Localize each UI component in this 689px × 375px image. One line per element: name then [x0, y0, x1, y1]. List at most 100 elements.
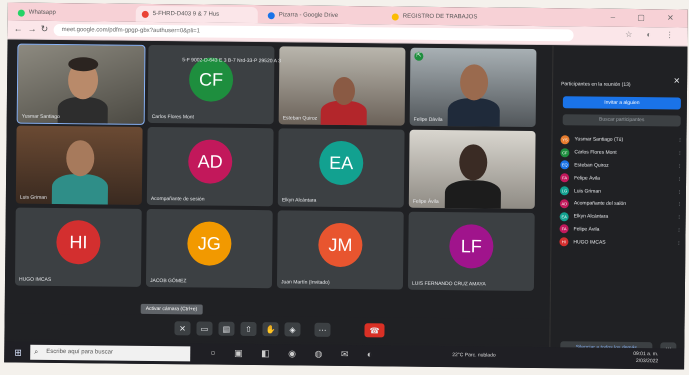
participant-name: HUGO IMCAS	[573, 239, 606, 246]
more-icon: ⋯	[318, 325, 327, 335]
avatar: HI	[559, 237, 569, 247]
tab-label: 5-FHRD-D403 9 & 7 Hus	[152, 10, 220, 18]
participant-name: Felipe Ávila	[574, 175, 600, 182]
camera-off-icon: ▭	[200, 323, 209, 334]
video-tile[interactable]: ⇱ Felipe Dávila	[409, 47, 537, 127]
avatar: EA	[559, 211, 569, 222]
avatar: FA	[560, 173, 570, 183]
mic-icon[interactable]: ⋮	[676, 240, 681, 246]
avatar: AD	[188, 139, 233, 185]
hang-up-icon: ☎	[369, 325, 380, 335]
avatar: JG	[187, 221, 232, 267]
participant-name: Carlos Flores Mont	[574, 149, 617, 157]
tab-label: Pizarra - Google Drive	[278, 12, 339, 19]
address-bar[interactable]: meet.google.com/pdfm-gpgp-gbx?authuser=0…	[53, 23, 574, 42]
camera-off-button[interactable]: ▭	[196, 321, 213, 336]
participant-search-input[interactable]: Buscar participantes	[562, 114, 681, 127]
person-video	[57, 96, 108, 125]
person-face	[66, 140, 95, 177]
search-icon: ⌕	[34, 348, 39, 356]
video-tile[interactable]: JM Juan Martín (Invitado)	[276, 210, 404, 290]
participant-name: Luis Griman	[573, 187, 601, 195]
video-tile[interactable]: Luis Griman	[15, 125, 143, 205]
person-video	[447, 98, 500, 127]
mic-icon[interactable]: ⋮	[677, 227, 682, 233]
browser-tab-whatsapp[interactable]: Whatsapp	[12, 4, 132, 21]
video-tile[interactable]: EA Elkyn Alcántara	[277, 128, 405, 208]
avatar: FA	[559, 224, 569, 234]
mic-icon[interactable]: ⋮	[677, 163, 682, 169]
participant-name: Carlos Flores Mont	[151, 113, 194, 121]
clock[interactable]: 09:01 a. m. 2/03/2022	[633, 351, 658, 365]
video-tile[interactable]: JG JACOB GÓMEZ	[145, 208, 273, 289]
video-tile[interactable]: LF LUIS FERNANDO CRUZ AMAYA	[407, 211, 535, 291]
tab-label: REGISTRO DE TRABAJOS	[402, 13, 478, 21]
list-item[interactable]: EA Elkyn Alcántara ⋮	[559, 210, 682, 224]
weather-tray[interactable]: 22°C Parc. nublado	[452, 352, 495, 358]
avatar: CF	[560, 147, 570, 158]
activities-button[interactable]: ◈	[284, 322, 301, 337]
list-item[interactable]: CF Carlos Flores Mont ⋮	[560, 146, 682, 160]
screen: Whatsapp 5-FHRD-D403 9 & 7 Hus Pizarra -…	[4, 2, 688, 370]
list-item[interactable]: HI HUGO IMCAS ⋮	[559, 236, 681, 250]
mic-off-button[interactable]: ✕	[174, 321, 191, 336]
mic-icon[interactable]: ⋮	[677, 202, 682, 208]
list-item[interactable]: AD Acompañante del salón ⋮	[559, 197, 682, 211]
pinned-apps[interactable]: ○ ▣ ◧ ◉ ◍ ✉ ◐	[210, 348, 380, 361]
pin-icon[interactable]: ⇱	[414, 51, 424, 61]
browser-tab-meet[interactable]: 5-FHRD-D403 9 & 7 Hus	[135, 5, 258, 24]
video-tile[interactable]: Felipe Ávila	[408, 129, 536, 209]
person-face	[459, 144, 488, 181]
mic-icon[interactable]: ⋮	[677, 189, 682, 195]
present-button[interactable]: ⇧	[240, 321, 257, 337]
list-item[interactable]: FA Felipe Ávila ⋮	[559, 223, 682, 237]
panel-title: Participantes en la reunión (13)	[561, 81, 631, 88]
drive-icon	[267, 11, 275, 19]
present-icon: ⇧	[245, 324, 252, 334]
window-controls[interactable]: – ▢ ✕	[611, 13, 684, 23]
video-tile[interactable]: HI HUGO IMCAS	[14, 207, 142, 287]
raise-hand-button[interactable]: ✋	[262, 322, 279, 337]
browser-tab-drive[interactable]: Pizarra - Google Drive	[262, 7, 382, 24]
more-options-button[interactable]: ⋯	[314, 322, 331, 337]
activities-icon: ◈	[289, 324, 296, 334]
taskbar-search-input[interactable]: ⌕ Escribe aquí para buscar	[30, 344, 191, 362]
captions-icon: ▤	[222, 324, 231, 334]
participant-name: Felipe Ávila	[412, 198, 439, 205]
list-item[interactable]: LG Luis Griman ⋮	[559, 184, 682, 198]
browser-tab-registro[interactable]: REGISTRO DE TRABAJOS	[386, 8, 506, 25]
clock-date: 2/03/2022	[635, 358, 659, 365]
video-tile[interactable]: AD Acompañante de sesión	[146, 126, 274, 207]
leave-call-button[interactable]: ☎	[364, 323, 385, 338]
participant-name: HUGO IMCAS	[18, 276, 52, 283]
sheets-icon	[391, 12, 399, 21]
search-placeholder: Escribe aquí para buscar	[46, 348, 113, 356]
close-icon[interactable]: ✕	[673, 76, 680, 85]
participant-name: Acompañante de sesión	[150, 195, 205, 203]
participant-name: Esteban Quiroz	[282, 115, 318, 122]
participant-name: LUIS FERNANDO CRUZ AMAYA	[411, 280, 486, 288]
video-tile[interactable]: Yusmar Santiago	[16, 43, 146, 125]
back-icon[interactable]: ←	[14, 24, 23, 34]
participant-name: Luis Griman	[19, 194, 47, 201]
list-item[interactable]: EQ Esteban Quiroz ⋮	[560, 159, 682, 173]
mic-icon[interactable]: ⋮	[677, 176, 682, 182]
tab-label: Whatsapp	[28, 9, 56, 16]
reload-icon[interactable]: ↻	[41, 24, 49, 35]
participant-name: Elkyn Alcántara	[573, 213, 609, 220]
meeting-code-bar: 5-F 9002-D-643 E 3 B-7 Nrd-33-P 29520 A …	[182, 57, 281, 65]
person-face	[459, 64, 489, 101]
whatsapp-icon	[17, 9, 25, 17]
avatar: AD	[559, 199, 569, 209]
list-item[interactable]: YS Yusmar Santiago (Tú) ⋮	[560, 133, 683, 147]
avatar: LF	[449, 224, 494, 269]
windows-start-icon[interactable]: ⊞	[14, 348, 22, 359]
mic-icon[interactable]: ⋮	[677, 138, 682, 144]
mic-icon[interactable]: ⋮	[677, 215, 682, 221]
list-item[interactable]: FA Felipe Ávila ⋮	[560, 172, 682, 186]
invite-button[interactable]: Invitar a alguien	[562, 96, 681, 110]
captions-button[interactable]: ▤	[218, 321, 235, 336]
mic-icon[interactable]: ⋮	[677, 151, 682, 157]
toolbar-icons[interactable]: ☆ ◐ ⋮	[625, 30, 680, 40]
forward-icon[interactable]: →	[28, 24, 37, 34]
